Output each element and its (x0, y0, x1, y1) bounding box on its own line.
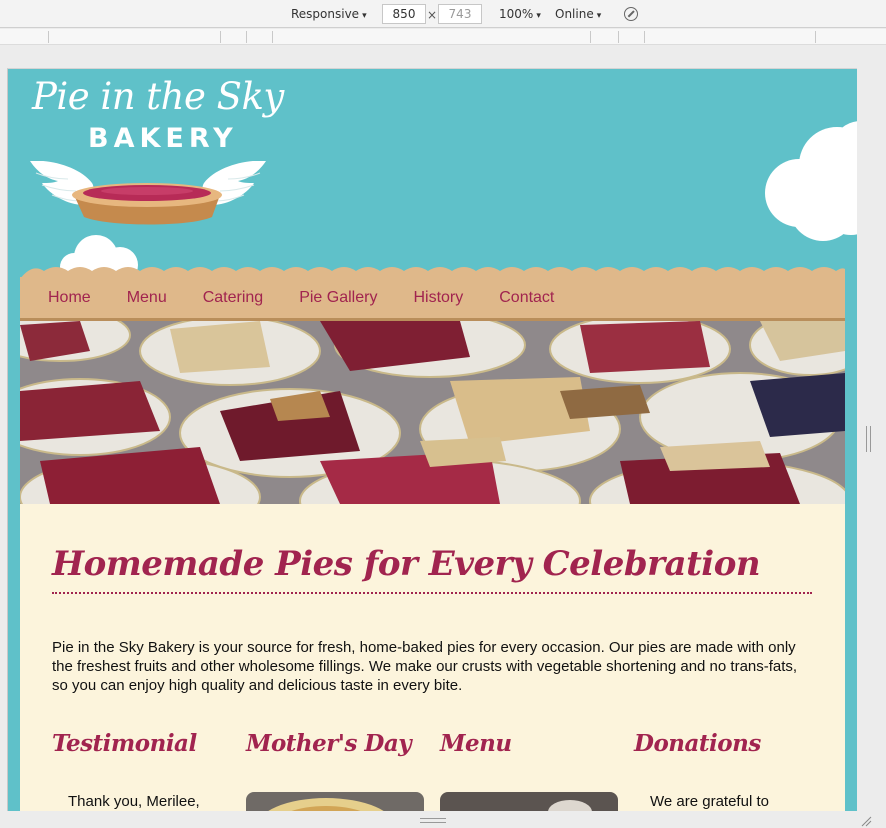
pie-slices-photo (20, 321, 845, 504)
logo-script-text: Pie in the Sky (32, 75, 284, 118)
donations-heading: Donations (634, 730, 761, 757)
logo-bakery-text: BAKERY (88, 123, 238, 154)
resize-handle-right[interactable] (866, 426, 871, 452)
menu-heading: Menu (440, 730, 512, 757)
height-input[interactable]: 743 (438, 4, 482, 24)
mothers-day-column: Mother's Day (246, 730, 426, 811)
menu-thumbnail (440, 792, 618, 811)
page-title: Homemade Pies for Every Celebration (52, 544, 812, 594)
testimonial-heading: Testimonial (52, 730, 197, 757)
rotate-icon[interactable] (624, 7, 638, 21)
chevron-down-icon: ▾ (362, 11, 367, 21)
mothers-day-heading: Mother's Day (246, 730, 412, 757)
cloud-decoration (765, 121, 857, 241)
donations-text: We are grateful to (650, 793, 769, 810)
donations-column: Donations We are grateful to (634, 730, 814, 810)
network-label: Online (555, 7, 594, 21)
nav-item-catering[interactable]: Catering (203, 289, 263, 307)
chevron-down-icon: ▾ (536, 11, 541, 21)
page-viewport: Pie in the Sky BAKERY Home Menu Catering… (7, 68, 857, 811)
zoom-select[interactable]: 100% ▾ (499, 7, 541, 21)
device-toolbar: Responsive ▾ 850 × 743 100% ▾ Online ▾ (0, 0, 886, 28)
device-label: Responsive (291, 7, 360, 21)
hero-image (20, 321, 845, 504)
nav-item-menu[interactable]: Menu (127, 289, 167, 307)
testimonial-text: Thank you, Merilee, (68, 793, 200, 810)
dimension-separator: × (427, 8, 438, 22)
winged-pie-icon (30, 161, 266, 273)
nav-item-home[interactable]: Home (48, 289, 91, 307)
network-throttle-select[interactable]: Online ▾ (555, 7, 601, 21)
main-nav: Home Menu Catering Pie Gallery History C… (20, 277, 845, 321)
resize-corner-icon[interactable] (860, 815, 872, 827)
width-input[interactable]: 850 (382, 4, 426, 24)
chevron-down-icon: ▾ (596, 11, 602, 21)
bakery-logo[interactable]: Pie in the Sky BAKERY (26, 75, 284, 275)
device-select[interactable]: Responsive ▾ (291, 7, 367, 21)
intro-paragraph: Pie in the Sky Bakery is your source for… (52, 639, 798, 694)
mothers-day-image[interactable] (246, 792, 424, 811)
nav-item-contact[interactable]: Contact (499, 289, 554, 307)
nav-item-history[interactable]: History (413, 289, 463, 307)
menu-image[interactable] (440, 792, 618, 811)
testimonial-column: Testimonial Thank you, Merilee, (52, 730, 232, 810)
zoom-label: 100% (499, 7, 534, 21)
resize-handle-bottom[interactable] (420, 818, 446, 823)
menu-column: Menu (440, 730, 620, 811)
pie-thumbnail (246, 792, 424, 811)
media-query-ruler[interactable] (0, 29, 886, 45)
main-content: Homemade Pies for Every Celebration Pie … (20, 504, 845, 811)
nav-item-pie-gallery[interactable]: Pie Gallery (299, 289, 377, 307)
